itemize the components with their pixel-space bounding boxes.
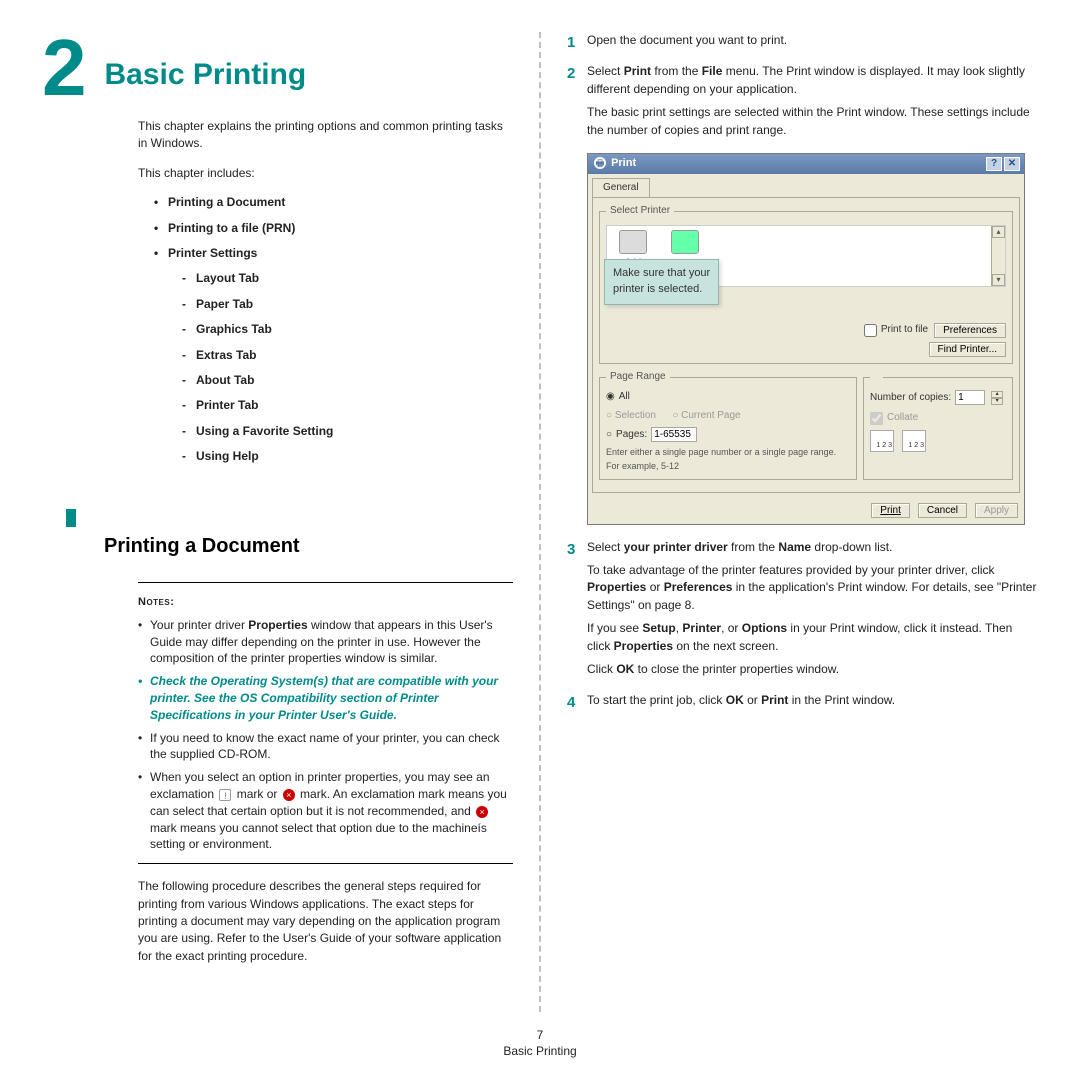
radio-pages[interactable]: ○ Pages:: [606, 427, 850, 442]
toc-subitem: Printer Tab: [182, 397, 513, 414]
scrollbar[interactable]: ▴▾: [991, 226, 1005, 286]
scroll-down-icon[interactable]: ▾: [992, 274, 1005, 286]
section-accent: [66, 509, 513, 527]
toc-subitem: Using a Favorite Setting: [182, 423, 513, 440]
footer-section: Basic Printing: [0, 1044, 1080, 1058]
print-to-file-checkbox[interactable]: Print to file: [864, 323, 928, 338]
close-icon[interactable]: ✕: [1004, 157, 1020, 171]
toc-item: Printing a Document: [154, 194, 513, 211]
dialog-titlebar[interactable]: 🖶 Print ? ✕: [588, 154, 1024, 174]
page-number: 7: [0, 1028, 1080, 1042]
procedure-intro: The following procedure describes the ge…: [138, 878, 513, 965]
chapter-number: 2: [42, 32, 87, 104]
toc-item: Printing to a file (PRN): [154, 220, 513, 237]
help-icon[interactable]: ?: [986, 157, 1002, 171]
add-printer-icon: [619, 230, 647, 254]
radio-selection: ○ Selection: [606, 409, 656, 424]
page-stack-icon: 1 2 3: [902, 430, 926, 452]
notes-box: Notes: Your printer driver Properties wi…: [138, 582, 513, 864]
page-range-label: Page Range: [606, 370, 670, 385]
print-dialog: 🖶 Print ? ✕ General Select Printer Add P…: [587, 153, 1025, 525]
intro-text: This chapter explains the printing optio…: [138, 118, 513, 153]
toc-subitem: Graphics Tab: [182, 321, 513, 338]
copies-spinner[interactable]: ▴▾: [991, 391, 1003, 405]
toc-subitem: Using Help: [182, 448, 513, 465]
section-title: Printing a Document: [104, 535, 513, 558]
number-of-copies-label: Number of copies: ▴▾: [870, 390, 1006, 405]
pages-input[interactable]: [651, 427, 697, 442]
forbidden-icon: ×: [283, 789, 295, 801]
step-number: 1: [567, 32, 587, 55]
radio-all[interactable]: ◉ All: [606, 390, 850, 405]
page-stack-icon: 1 2 3: [870, 430, 894, 452]
preferences-button[interactable]: Preferences: [934, 323, 1006, 338]
left-column: 2 Basic Printing This chapter explains t…: [42, 32, 513, 1012]
page-footer: 7 Basic Printing: [0, 1028, 1080, 1058]
cancel-button[interactable]: Cancel: [918, 503, 967, 518]
step-text: Click OK to close the printer properties…: [587, 661, 1038, 678]
chapter-toc: Printing a Document Printing to a file (…: [154, 194, 513, 465]
print-button[interactable]: Print: [871, 503, 910, 518]
step-text: To start the print job, click OK or Prin…: [587, 692, 1038, 709]
note-item-emphasis: Check the Operating System(s) that are c…: [138, 673, 513, 723]
apply-button: Apply: [975, 503, 1018, 518]
step-text: Select Print from the File menu. The Pri…: [587, 63, 1038, 98]
radio-current-page: ○ Current Page: [672, 409, 740, 424]
step-text: To take advantage of the printer feature…: [587, 562, 1038, 614]
collate-checkbox: Collate: [870, 411, 1006, 426]
forbidden-icon: ×: [476, 806, 488, 818]
toc-subitem: About Tab: [182, 372, 513, 389]
callout-tip: Make sure that your printer is selected.: [604, 259, 719, 305]
step-text: The basic print settings are selected wi…: [587, 104, 1038, 139]
toc-subitem: Extras Tab: [182, 347, 513, 364]
step-number: 2: [567, 63, 587, 145]
intro-includes: This chapter includes:: [138, 165, 513, 182]
right-column: 1 Open the document you want to print. 2…: [567, 32, 1038, 1012]
note-item: When you select an option in printer pro…: [138, 769, 513, 853]
chapter-title: Basic Printing: [105, 58, 307, 92]
find-printer-button[interactable]: Find Printer...: [929, 342, 1006, 357]
step-text: Select your printer driver from the Name…: [587, 539, 1038, 556]
step-text: Open the document you want to print.: [587, 32, 1038, 49]
step-text: If you see Setup, Printer, or Options in…: [587, 620, 1038, 655]
page-range-hint: Enter either a single page number or a s…: [606, 446, 850, 472]
scroll-up-icon[interactable]: ▴: [992, 226, 1005, 238]
toc-subitem: Layout Tab: [182, 270, 513, 287]
note-item: If you need to know the exact name of yo…: [138, 730, 513, 764]
notes-label: Notes:: [138, 596, 174, 608]
column-divider: [539, 32, 541, 1012]
toc-item: Printer Settings Layout Tab Paper Tab Gr…: [154, 245, 513, 466]
toc-subitem: Paper Tab: [182, 296, 513, 313]
printer-titlebar-icon: 🖶: [594, 157, 606, 169]
exclamation-icon: !: [219, 789, 231, 801]
note-item: Your printer driver Properties window th…: [138, 617, 513, 667]
collate-icons: 1 2 3 1 2 3: [870, 430, 1006, 452]
tab-general[interactable]: General: [592, 178, 650, 198]
printer-icon: [671, 230, 699, 254]
select-printer-label: Select Printer: [606, 204, 674, 219]
copies-input[interactable]: [955, 390, 985, 405]
step-number: 4: [567, 692, 587, 715]
step-number: 3: [567, 539, 587, 685]
